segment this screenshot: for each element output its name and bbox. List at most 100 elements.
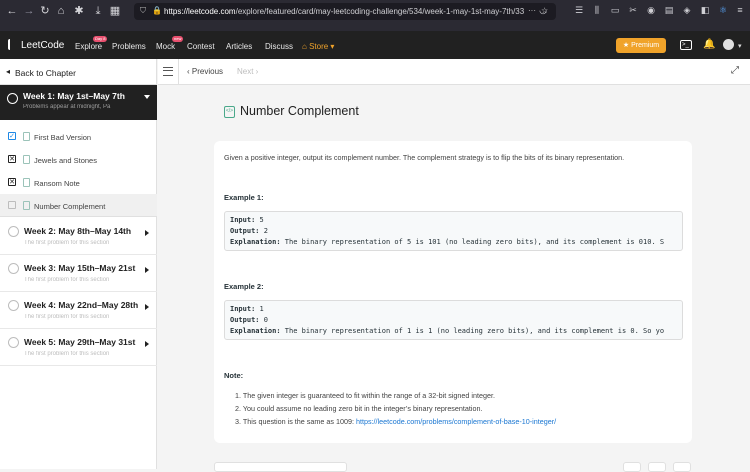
browser-toolbar: ← → ↻ ⌂ ✱ ⤓ ▦ ⛉ 🔒 https://leetcode.com/e… bbox=[0, 0, 750, 31]
document-icon bbox=[23, 201, 30, 210]
list-menu-icon[interactable] bbox=[163, 67, 173, 76]
mock-badge: new bbox=[172, 36, 184, 42]
url-bar[interactable]: ⛉ 🔒 https://leetcode.com/explore/feature… bbox=[134, 3, 556, 20]
leetcode-logo[interactable]: LeetCode bbox=[8, 39, 64, 51]
premium-button[interactable]: ★ Premium bbox=[616, 38, 666, 53]
week-4-item[interactable]: Week 4: May 22nd–May 28th The first prob… bbox=[0, 292, 157, 329]
library-icon[interactable]: ▦ bbox=[108, 4, 122, 18]
week-title: Week 1: May 1st–May 7th bbox=[23, 91, 125, 101]
caret-down-icon bbox=[144, 95, 150, 99]
week-3-item[interactable]: Week 3: May 15th–May 21st The first prob… bbox=[0, 255, 157, 292]
progress-circle-icon bbox=[8, 337, 19, 348]
week-title: Week 5: May 29th–May 31st bbox=[24, 337, 136, 347]
explore-badge: Day 8 bbox=[93, 36, 108, 42]
week-subtitle: The first problem for this section bbox=[24, 240, 110, 246]
problem-item[interactable]: ✕ Ransom Note bbox=[0, 171, 157, 194]
bottom-select[interactable] bbox=[214, 462, 347, 472]
leetcode-logo-icon bbox=[8, 39, 18, 50]
divider bbox=[178, 59, 179, 85]
progress-circle-icon bbox=[7, 93, 18, 104]
x-icon: ✕ bbox=[8, 178, 16, 186]
extension-puzzle-icon[interactable]: ◈ bbox=[681, 4, 693, 16]
note-item: 1. The given integer is guaranteed to fi… bbox=[235, 391, 495, 400]
caret-right-icon bbox=[145, 230, 149, 236]
example-1-heading: Example 1: bbox=[224, 193, 264, 202]
nav-discuss[interactable]: Discuss bbox=[265, 42, 293, 51]
shield-icon: ⛉ bbox=[140, 6, 146, 15]
library-shelf-icon[interactable]: ⫼ bbox=[591, 4, 603, 16]
note-heading: Note: bbox=[224, 371, 244, 380]
problem-label: Ransom Note bbox=[34, 179, 80, 188]
check-icon: ✓ bbox=[8, 132, 16, 140]
article-icon: </> bbox=[224, 106, 235, 118]
react-devtools-icon[interactable]: ⚛ bbox=[717, 4, 729, 16]
reload-icon[interactable]: ↻ bbox=[38, 4, 52, 18]
week-5-item[interactable]: Week 5: May 29th–May 31st The first prob… bbox=[0, 329, 157, 366]
example-1-code: Input: 5 Output: 2 Explanation: The bina… bbox=[224, 211, 683, 251]
note-link[interactable]: https://leetcode.com/problems/complement… bbox=[356, 417, 556, 426]
home-icon[interactable]: ⌂ bbox=[54, 4, 68, 18]
playground-icon[interactable]: >_ bbox=[680, 40, 692, 50]
screenshot-icon[interactable]: ✂ bbox=[627, 4, 639, 16]
page-actions-icon[interactable]: ··· bbox=[528, 6, 536, 15]
week-1-header[interactable]: Week 1: May 1st–May 7th Problems appear … bbox=[0, 85, 157, 120]
problem-item-active[interactable]: Number Complement bbox=[0, 194, 157, 217]
nav-mock[interactable]: Mock bbox=[156, 42, 175, 51]
note-item: 2. You could assume no leading zero bit … bbox=[235, 404, 483, 413]
avatar-chevron-icon[interactable]: ▾ bbox=[738, 42, 742, 50]
synced-tabs-icon[interactable]: ◧ bbox=[699, 4, 711, 16]
week-title: Week 2: May 8th–May 14th bbox=[24, 226, 132, 236]
sidebar-icon[interactable]: ▭ bbox=[609, 4, 621, 16]
nav-articles[interactable]: Articles bbox=[226, 42, 252, 51]
nav-problems[interactable]: Problems bbox=[112, 42, 146, 51]
problem-item[interactable]: ✓ First Bad Version bbox=[0, 125, 157, 148]
x-icon: ✕ bbox=[8, 155, 16, 163]
nav-explore[interactable]: Explore bbox=[75, 42, 102, 51]
reader-icon[interactable]: ☰ bbox=[573, 4, 585, 16]
bottom-button[interactable] bbox=[623, 462, 641, 472]
chapter-sidebar: ◂ Back to Chapter Week 1: May 1st–May 7t… bbox=[0, 59, 157, 469]
week-2-item[interactable]: Week 2: May 8th–May 14th The first probl… bbox=[0, 218, 157, 255]
bottom-button[interactable] bbox=[673, 462, 691, 472]
week-title: Week 3: May 15th–May 21st bbox=[24, 263, 136, 273]
progress-circle-icon bbox=[8, 226, 19, 237]
extension-icon[interactable]: ✱ bbox=[72, 4, 86, 18]
next-button[interactable]: Next › bbox=[237, 67, 258, 76]
content-toolbar: ‹ Previous Next › ⤢ bbox=[158, 59, 750, 85]
caret-right-icon bbox=[145, 341, 149, 347]
example-2-heading: Example 2: bbox=[224, 282, 264, 291]
chevron-right-icon: › bbox=[253, 67, 259, 76]
problem-label: Number Complement bbox=[34, 202, 106, 211]
tracker-icon[interactable]: ▤ bbox=[663, 4, 675, 16]
example-2-code: Input: 1 Output: 0 Explanation: The bina… bbox=[224, 300, 683, 340]
problem-label: Jewels and Stones bbox=[34, 156, 97, 165]
download-icon[interactable]: ⤓ bbox=[91, 4, 105, 18]
pocket-icon[interactable]: ◡ bbox=[537, 4, 549, 16]
week-subtitle: The first problem for this section bbox=[24, 277, 110, 283]
week-subtitle: The first problem for this section bbox=[24, 351, 110, 357]
caret-right-icon bbox=[145, 267, 149, 273]
url-text: https://leetcode.com/explore/featured/ca… bbox=[164, 7, 524, 16]
menu-icon[interactable]: ≡ bbox=[734, 4, 746, 16]
store-icon: ⌂ bbox=[302, 42, 310, 51]
back-to-chapter-button[interactable]: ◂ Back to Chapter bbox=[0, 59, 157, 85]
avatar[interactable] bbox=[723, 39, 734, 50]
week-subtitle: The first problem for this section bbox=[24, 314, 110, 320]
nav-store[interactable]: ⌂ Store ▾ bbox=[302, 42, 334, 51]
lock-icon: 🔒 bbox=[152, 6, 162, 15]
problem-item[interactable]: ✕ Jewels and Stones bbox=[0, 148, 157, 171]
notification-bell-icon[interactable]: 🔔 bbox=[703, 39, 715, 50]
star-icon: ★ bbox=[622, 42, 632, 49]
empty-checkbox-icon bbox=[8, 201, 16, 209]
back-icon[interactable]: ← bbox=[5, 4, 19, 18]
bottom-button[interactable] bbox=[648, 462, 666, 472]
problem-description: Given a positive integer, output its com… bbox=[224, 153, 625, 162]
progress-circle-icon bbox=[8, 263, 19, 274]
week-subtitle: Problems appear at midnight, Pa bbox=[23, 104, 111, 110]
forward-icon[interactable]: → bbox=[22, 4, 36, 18]
nav-contest[interactable]: Contest bbox=[187, 42, 215, 51]
previous-button[interactable]: ‹ Previous bbox=[187, 67, 223, 76]
account-icon[interactable]: ◉ bbox=[645, 4, 657, 16]
document-icon bbox=[23, 132, 30, 141]
expand-icon[interactable]: ⤢ bbox=[731, 65, 739, 76]
